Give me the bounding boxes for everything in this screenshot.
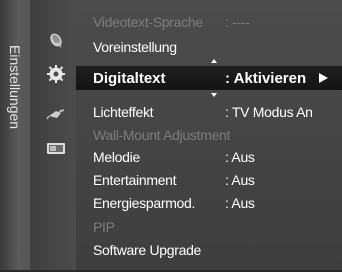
tv-menu-screen: Einstellungen Videotext-Sprache: ---- V… bbox=[0, 0, 342, 272]
category-icon-column bbox=[30, 0, 102, 272]
menu-item-videotext-sprache[interactable]: Videotext-Sprache : ---- bbox=[76, 11, 342, 33]
menu-item-label: Wall-Mount Adjustment bbox=[93, 127, 231, 143]
scroll-down-icon bbox=[211, 93, 217, 97]
menu-item-entertainment[interactable]: Entertainment : Aus bbox=[76, 169, 342, 191]
app-icon[interactable] bbox=[46, 138, 66, 158]
menu-item-label: Energiesparmod. bbox=[93, 195, 196, 211]
menu-item-value: : Aus bbox=[225, 172, 255, 188]
menu-item-voreinstellung[interactable]: Voreinstellung bbox=[76, 36, 342, 58]
menu-item-label: Entertainment bbox=[93, 172, 177, 188]
settings-menu: Videotext-Sprache : ---- Voreinstellung … bbox=[76, 0, 342, 272]
menu-item-value: : ---- bbox=[225, 14, 250, 30]
menu-item-value: : Aus bbox=[225, 195, 255, 211]
menu-item-label: Software Upgrade bbox=[93, 242, 202, 258]
menu-item-software-upgrade[interactable]: Software Upgrade bbox=[76, 239, 342, 261]
menu-item-lichteffekt[interactable]: Lichteffekt : TV Modus An bbox=[76, 101, 342, 123]
sidebar-tab[interactable]: Einstellungen bbox=[0, 0, 30, 272]
menu-item-label: Voreinstellung bbox=[93, 39, 177, 55]
scroll-up-icon bbox=[211, 59, 217, 63]
menu-item-value: : Aktivieren bbox=[225, 69, 307, 87]
menu-item-digitaltext[interactable]: Digitaltext : Aktivieren bbox=[76, 66, 342, 90]
gear-icon[interactable] bbox=[46, 64, 66, 84]
menu-item-label: Videotext-Sprache bbox=[93, 14, 203, 30]
menu-item-value: : TV Modus An bbox=[225, 104, 313, 120]
menu-item-value: : Aus bbox=[225, 149, 255, 165]
menu-item-label: PIP bbox=[93, 219, 115, 235]
plug-icon[interactable] bbox=[46, 104, 66, 124]
menu-item-label: Digitaltext bbox=[93, 69, 166, 87]
sidebar-title: Einstellungen bbox=[7, 45, 23, 130]
menu-item-energiesparmod[interactable]: Energiesparmod. : Aus bbox=[76, 192, 342, 214]
menu-item-melodie[interactable]: Melodie : Aus bbox=[76, 146, 342, 168]
satellite-dish-icon[interactable] bbox=[46, 30, 66, 50]
menu-item-pip[interactable]: PIP bbox=[76, 216, 342, 238]
menu-item-label: Lichteffekt bbox=[93, 104, 154, 120]
submenu-arrow-icon bbox=[319, 73, 328, 83]
menu-item-wall-mount-adjustment[interactable]: Wall-Mount Adjustment bbox=[76, 124, 342, 146]
menu-item-label: Melodie bbox=[93, 149, 140, 165]
